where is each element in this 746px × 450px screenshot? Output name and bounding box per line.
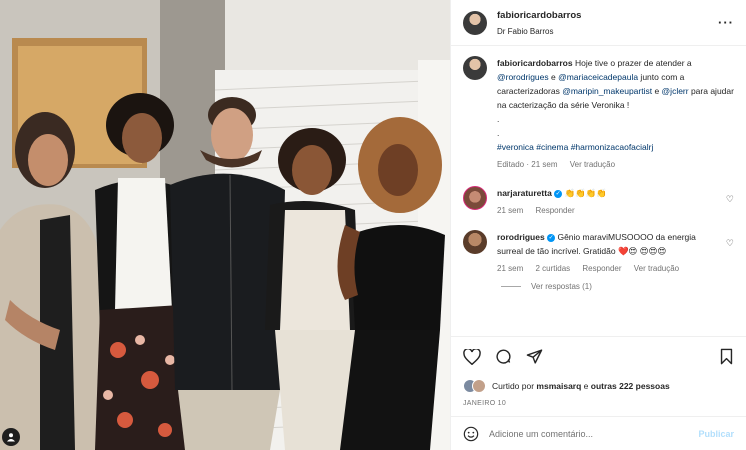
mention-link[interactable]: @mariaceicadepaula <box>558 72 638 82</box>
caption-text: Hoje tive o prazer de atender a <box>574 58 692 68</box>
post-photo[interactable] <box>0 0 450 450</box>
mention-link[interactable]: @jclerr <box>662 86 689 96</box>
caption-text: e <box>548 72 559 82</box>
comment-username[interactable]: narjaraturetta <box>497 188 552 198</box>
publish-button[interactable]: Publicar <box>698 429 734 439</box>
share-send-icon[interactable] <box>526 348 543 365</box>
likes-middle: e <box>581 381 591 391</box>
comment-like-heart-icon[interactable]: ♡ <box>726 194 734 205</box>
liker-avatar <box>472 379 486 393</box>
more-options-icon[interactable]: ··· <box>718 15 734 30</box>
comment-time: 21 sem <box>497 264 524 273</box>
post-image-illustration <box>0 0 450 450</box>
comment-item: narjaraturetta ✓ 👏👏👏👏 21 sem Responder ♡ <box>463 186 734 218</box>
caption-username[interactable]: fabioricardobarros <box>497 58 573 68</box>
likes-summary[interactable]: Curtido por msmaisarq e outras 222 pesso… <box>451 376 746 396</box>
post-header: fabioricardobarros Dr Fabio Barros ··· <box>451 0 746 46</box>
post-action-bar <box>451 336 746 376</box>
instagram-post-modal: fabioricardobarros Dr Fabio Barros ··· f… <box>0 0 746 450</box>
comments-area: fabioricardobarros Hoje tive o prazer de… <box>451 46 746 336</box>
emoji-smiley-icon[interactable] <box>463 426 479 442</box>
like-heart-icon[interactable] <box>463 348 481 365</box>
author-avatar[interactable] <box>463 10 487 35</box>
caption-translate-link[interactable]: Ver tradução <box>570 160 615 169</box>
post-date: JANEIRO 10 <box>463 400 507 407</box>
verified-badge-icon: ✓ <box>554 189 563 198</box>
likes-others-link[interactable]: outras 222 pessoas <box>591 381 670 391</box>
caption-dot: . <box>497 114 500 124</box>
view-replies-label[interactable]: Ver respostas (1) <box>531 282 592 291</box>
comment-item: rorodrigues ✓ Gênio maraviMUSOOOO da ene… <box>463 230 734 276</box>
caption-edited-time: Editado · 21 sem <box>497 160 558 169</box>
mention-link[interactable]: @rorodrigues <box>497 72 549 82</box>
mention-link[interactable]: @maripin_makeupartist <box>562 86 652 96</box>
comment-username[interactable]: rorodrigues <box>497 232 545 242</box>
likes-user-link[interactable]: msmaisarq <box>536 381 581 391</box>
author-subtitle[interactable]: Dr Fabio Barros <box>497 27 718 36</box>
verified-badge-icon: ✓ <box>547 233 556 242</box>
post-side-panel: fabioricardobarros Dr Fabio Barros ··· f… <box>450 0 746 450</box>
likes-prefix: Curtido por <box>492 381 537 391</box>
commenter-avatar[interactable] <box>463 230 487 254</box>
view-replies-button[interactable]: Ver respostas (1) <box>501 282 734 291</box>
comment-reply-button[interactable]: Responder <box>582 264 621 273</box>
comment-like-heart-icon[interactable]: ♡ <box>726 238 734 249</box>
save-bookmark-icon[interactable] <box>719 348 734 365</box>
comment-text: 👏👏👏👏 <box>564 188 607 198</box>
caption-dot: . <box>497 128 500 138</box>
add-comment-bar: Publicar <box>451 416 746 450</box>
comment-reply-button[interactable]: Responder <box>535 206 574 215</box>
caption-avatar[interactable] <box>463 56 487 80</box>
caption-text: e <box>652 86 662 96</box>
caption: fabioricardobarros Hoje tive o prazer de… <box>463 56 734 172</box>
comment-time: 21 sem <box>497 206 524 215</box>
caption-hashtags[interactable]: #veronica #cinema #harmonizacaofacialrj <box>497 140 734 154</box>
commenter-avatar[interactable] <box>463 186 487 210</box>
author-username[interactable]: fabioricardobarros <box>497 10 718 21</box>
comment-likes-count[interactable]: 2 curtidas <box>535 264 570 273</box>
person-icon <box>7 433 15 442</box>
comment-bubble-icon[interactable] <box>495 348 512 365</box>
comment-input[interactable] <box>489 428 699 439</box>
replies-divider <box>501 286 521 287</box>
tagged-users-button[interactable] <box>2 428 20 446</box>
comment-translate-link[interactable]: Ver tradução <box>634 264 679 273</box>
